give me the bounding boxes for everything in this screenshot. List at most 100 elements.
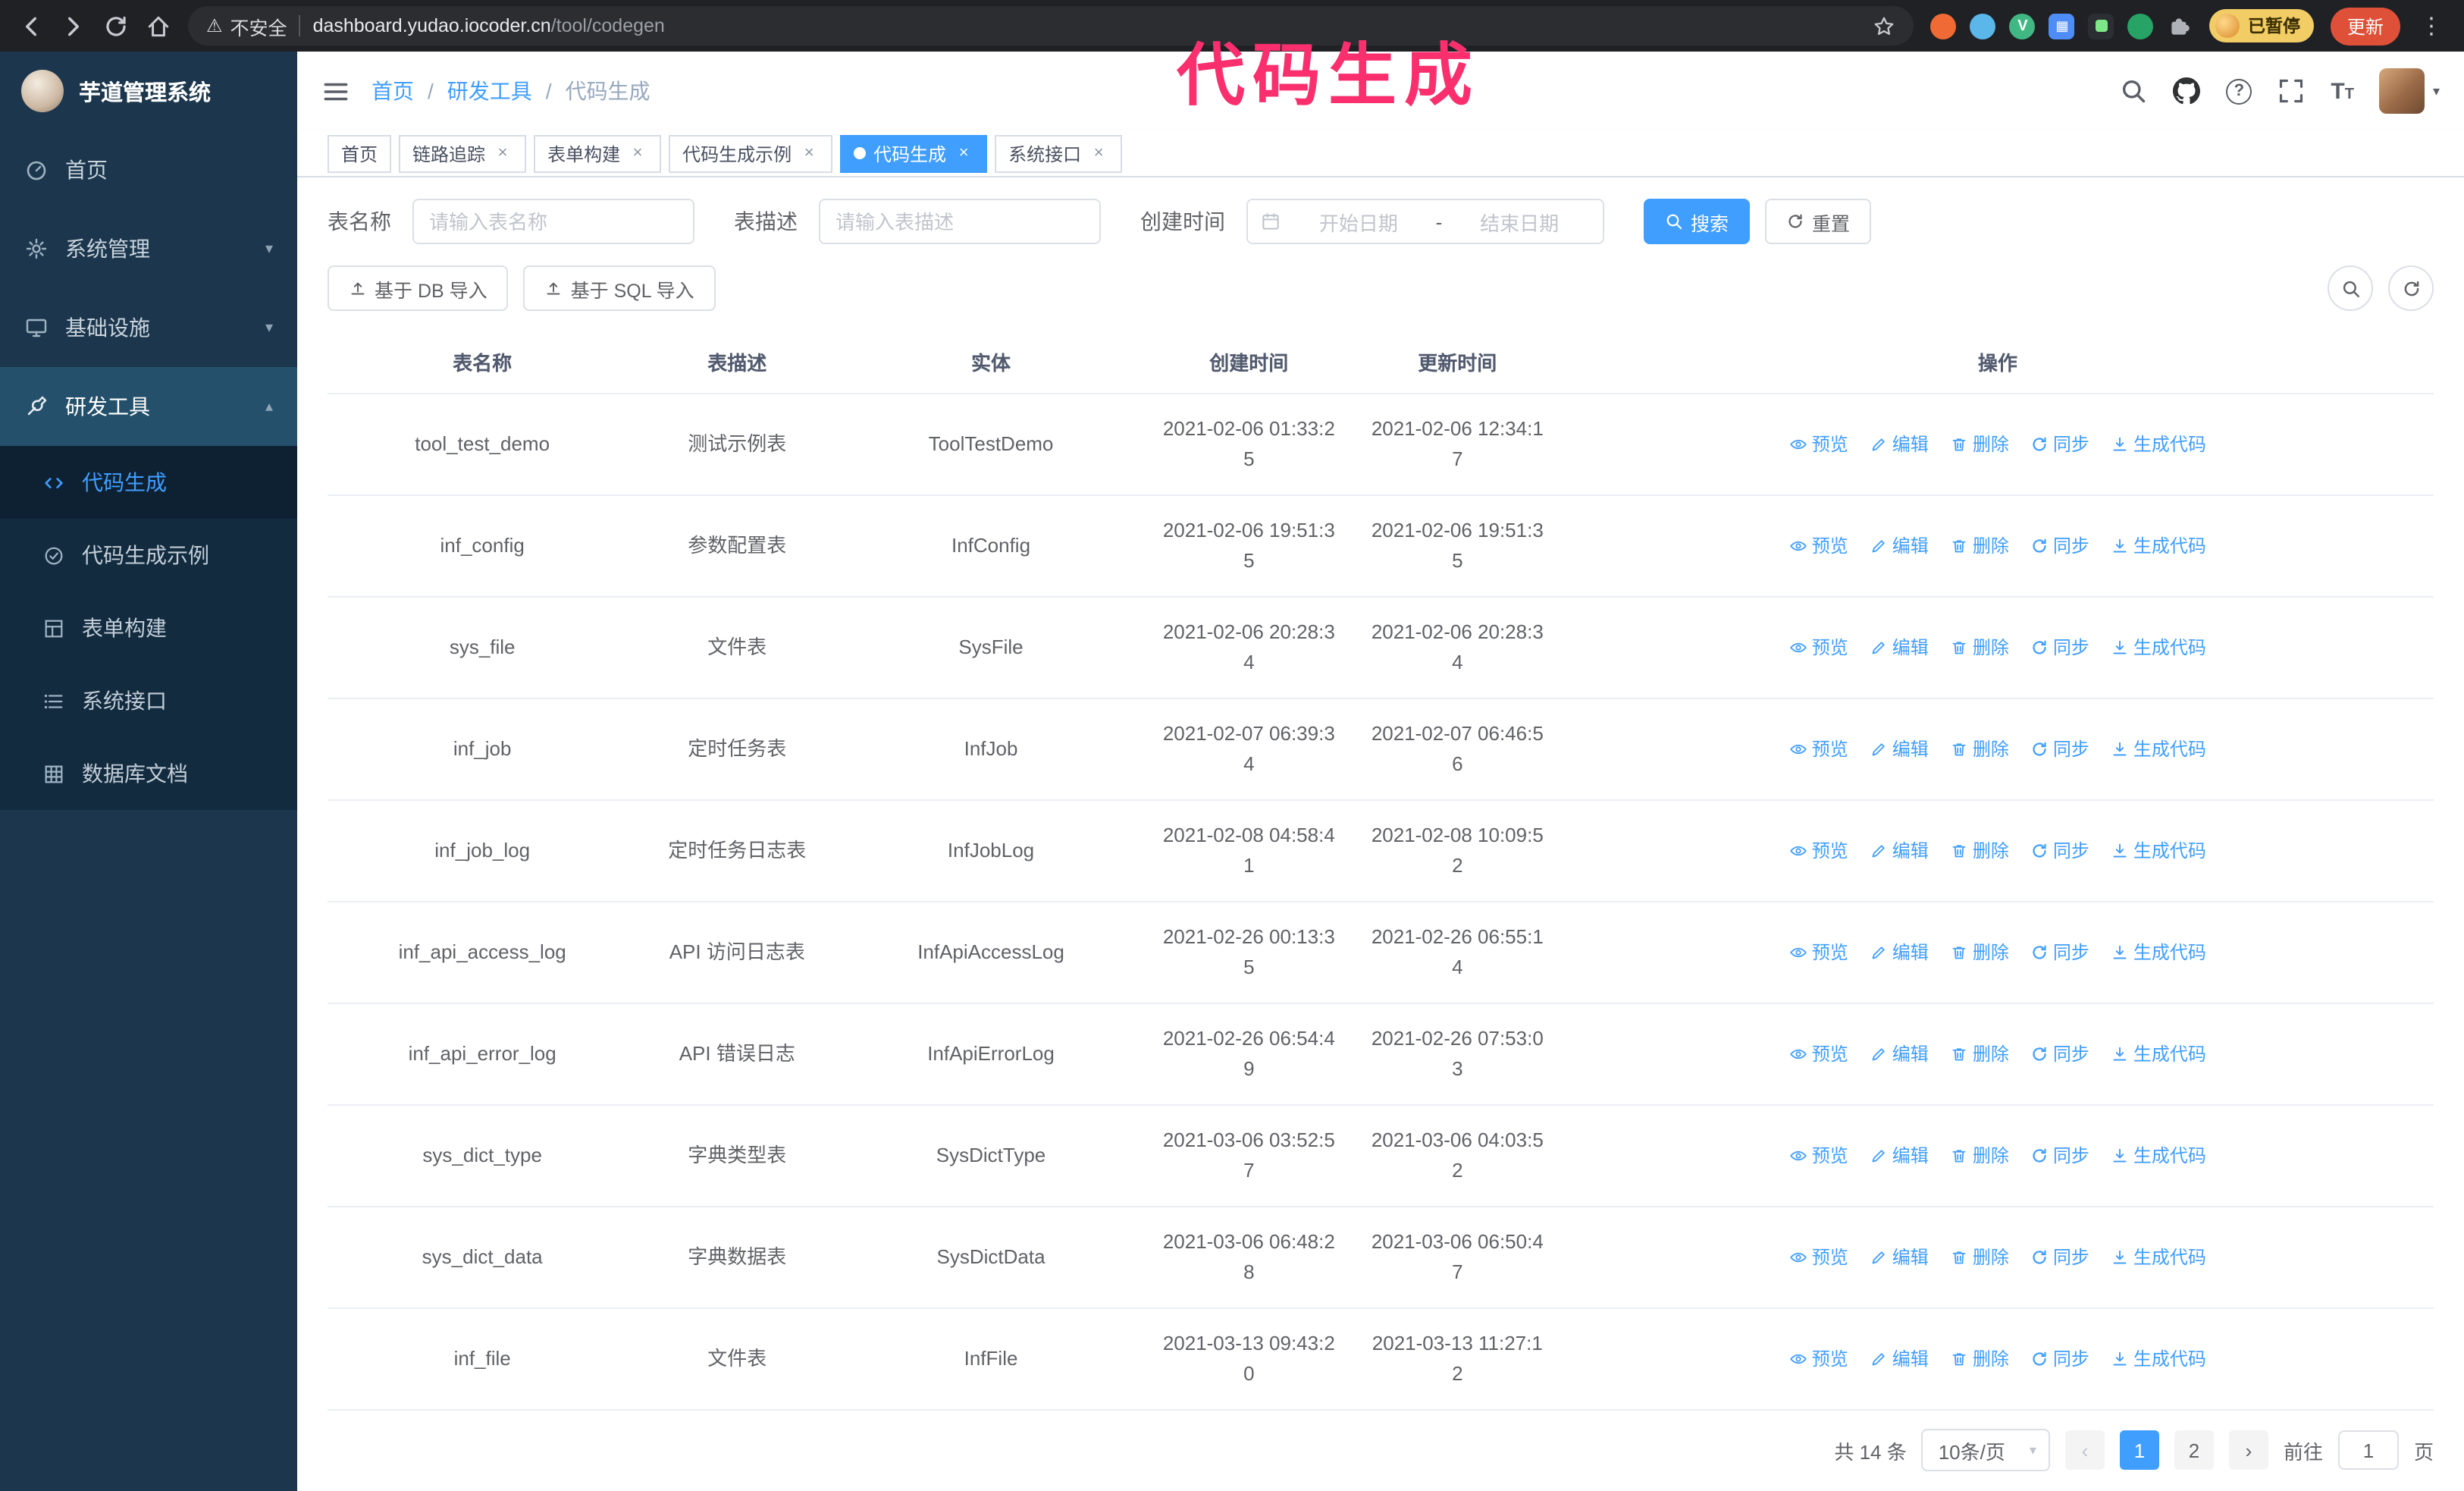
sync-link[interactable]: 同步 xyxy=(2030,1344,2089,1374)
tab-codegen-example[interactable]: 代码生成示例 × xyxy=(669,134,833,172)
generate-code-link[interactable]: 生成代码 xyxy=(2111,632,2206,663)
edit-link[interactable]: 编辑 xyxy=(1870,632,1929,663)
toggle-search-button[interactable] xyxy=(2328,265,2373,311)
generate-code-link[interactable]: 生成代码 xyxy=(2111,1141,2206,1171)
reload-icon[interactable] xyxy=(103,13,129,39)
sync-link[interactable]: 同步 xyxy=(2030,1039,2089,1069)
generate-code-link[interactable]: 生成代码 xyxy=(2111,734,2206,764)
user-menu[interactable]: ▾ xyxy=(2379,68,2440,114)
generate-code-link[interactable]: 生成代码 xyxy=(2111,1344,2206,1374)
home-icon[interactable] xyxy=(146,13,171,39)
question-icon[interactable]: ? xyxy=(2226,78,2252,104)
reset-button[interactable]: 重置 xyxy=(1765,199,1872,244)
edit-link[interactable]: 编辑 xyxy=(1870,531,1929,561)
delete-link[interactable]: 删除 xyxy=(1950,632,2009,663)
bookmark-star-icon[interactable] xyxy=(1873,14,1896,37)
extension-icon-6[interactable] xyxy=(2127,13,2154,39)
tab-close-icon[interactable]: × xyxy=(628,143,647,163)
edit-link[interactable]: 编辑 xyxy=(1870,429,1929,460)
delete-link[interactable]: 删除 xyxy=(1950,1039,2009,1069)
preview-link[interactable]: 预览 xyxy=(1789,632,1848,663)
tab-tracing[interactable]: 链路追踪 × xyxy=(399,134,527,172)
hamburger-icon[interactable] xyxy=(321,77,350,105)
github-icon[interactable] xyxy=(2173,77,2200,105)
next-page-button[interactable]: › xyxy=(2228,1430,2268,1470)
preview-link[interactable]: 预览 xyxy=(1789,1242,1848,1273)
sidebar-item-system-management[interactable]: 系统管理 ▾ xyxy=(0,209,297,288)
extensions-puzzle-icon[interactable] xyxy=(2168,13,2193,39)
tab-form-builder[interactable]: 表单构建 × xyxy=(534,134,662,172)
generate-code-link[interactable]: 生成代码 xyxy=(2111,836,2206,866)
tab-close-icon[interactable]: × xyxy=(1089,143,1108,163)
extension-icon-5[interactable] xyxy=(2088,13,2114,39)
sync-link[interactable]: 同步 xyxy=(2030,429,2089,460)
search-button[interactable]: 搜索 xyxy=(1644,199,1751,244)
edit-link[interactable]: 编辑 xyxy=(1870,1242,1929,1273)
page-button-2[interactable]: 2 xyxy=(2174,1430,2214,1470)
sidebar-item-home[interactable]: 首页 xyxy=(0,130,297,209)
sync-link[interactable]: 同步 xyxy=(2030,836,2089,866)
sync-link[interactable]: 同步 xyxy=(2030,1141,2089,1171)
sync-link[interactable]: 同步 xyxy=(2030,632,2089,663)
sidebar-subitem-form-builder[interactable]: 表单构建 xyxy=(0,592,297,664)
app-logo-row[interactable]: 芋道管理系统 xyxy=(0,52,297,130)
address-bar[interactable]: ⚠ 不安全 dashboard.yudao.iocoder.cn/tool/co… xyxy=(188,6,1914,46)
fullscreen-icon[interactable] xyxy=(2277,77,2305,105)
page-button-1[interactable]: 1 xyxy=(2119,1430,2159,1470)
sidebar-subitem-codegen[interactable]: 代码生成 xyxy=(0,446,297,519)
delete-link[interactable]: 删除 xyxy=(1950,429,2009,460)
generate-code-link[interactable]: 生成代码 xyxy=(2111,1039,2206,1069)
prev-page-button[interactable]: ‹ xyxy=(2064,1430,2105,1470)
preview-link[interactable]: 预览 xyxy=(1789,1344,1848,1374)
tab-system-api[interactable]: 系统接口 × xyxy=(995,134,1123,172)
font-size-icon[interactable]: TT xyxy=(2331,80,2354,102)
extension-icon-4[interactable]: ▦ xyxy=(2049,13,2075,39)
sidebar-item-infrastructure[interactable]: 基础设施 ▾ xyxy=(0,288,297,367)
sync-link[interactable]: 同步 xyxy=(2030,531,2089,561)
sidebar-subitem-db-doc[interactable]: 数据库文档 xyxy=(0,737,297,810)
page-size-select[interactable]: 10条/页 ▾ xyxy=(1921,1429,2050,1471)
delete-link[interactable]: 删除 xyxy=(1950,1242,2009,1273)
preview-link[interactable]: 预览 xyxy=(1789,836,1848,866)
table-desc-input[interactable] xyxy=(819,199,1101,244)
delete-link[interactable]: 删除 xyxy=(1950,531,2009,561)
delete-link[interactable]: 删除 xyxy=(1950,1344,2009,1374)
edit-link[interactable]: 编辑 xyxy=(1870,1039,1929,1069)
edit-link[interactable]: 编辑 xyxy=(1870,836,1929,866)
import-sql-button[interactable]: 基于 SQL 导入 xyxy=(523,265,716,311)
delete-link[interactable]: 删除 xyxy=(1950,836,2009,866)
delete-link[interactable]: 删除 xyxy=(1950,734,2009,764)
preview-link[interactable]: 预览 xyxy=(1789,531,1848,561)
edit-link[interactable]: 编辑 xyxy=(1870,734,1929,764)
security-warning[interactable]: ⚠ 不安全 xyxy=(206,11,287,40)
delete-link[interactable]: 删除 xyxy=(1950,1141,2009,1171)
browser-update-button[interactable]: 更新 xyxy=(2330,7,2400,45)
generate-code-link[interactable]: 生成代码 xyxy=(2111,429,2206,460)
generate-code-link[interactable]: 生成代码 xyxy=(2111,531,2206,561)
forward-icon[interactable] xyxy=(61,13,86,39)
goto-page-input[interactable] xyxy=(2337,1430,2399,1470)
edit-link[interactable]: 编辑 xyxy=(1870,1344,1929,1374)
tab-codegen[interactable]: 代码生成 × xyxy=(840,134,988,172)
extension-icon-3[interactable]: V xyxy=(2009,13,2036,39)
profile-paused-badge[interactable]: 已暂停 xyxy=(2209,9,2314,42)
preview-link[interactable]: 预览 xyxy=(1789,1141,1848,1171)
import-db-button[interactable]: 基于 DB 导入 xyxy=(328,265,509,311)
delete-link[interactable]: 删除 xyxy=(1950,937,2009,968)
breadcrumb-home[interactable]: 首页 xyxy=(371,76,414,106)
generate-code-link[interactable]: 生成代码 xyxy=(2111,937,2206,968)
sync-link[interactable]: 同步 xyxy=(2030,1242,2089,1273)
edit-link[interactable]: 编辑 xyxy=(1870,937,1929,968)
preview-link[interactable]: 预览 xyxy=(1789,937,1848,968)
refresh-table-button[interactable] xyxy=(2388,265,2434,311)
preview-link[interactable]: 预览 xyxy=(1789,429,1848,460)
sidebar-subitem-codegen-example[interactable]: 代码生成示例 xyxy=(0,519,297,592)
extension-icon-1[interactable] xyxy=(1930,13,1957,39)
tab-close-icon[interactable]: × xyxy=(954,143,973,163)
sidebar-item-dev-tools[interactable]: 研发工具 ▴ xyxy=(0,367,297,446)
edit-link[interactable]: 编辑 xyxy=(1870,1141,1929,1171)
tab-home[interactable]: 首页 xyxy=(328,134,392,172)
sync-link[interactable]: 同步 xyxy=(2030,937,2089,968)
preview-link[interactable]: 预览 xyxy=(1789,734,1848,764)
generate-code-link[interactable]: 生成代码 xyxy=(2111,1242,2206,1273)
